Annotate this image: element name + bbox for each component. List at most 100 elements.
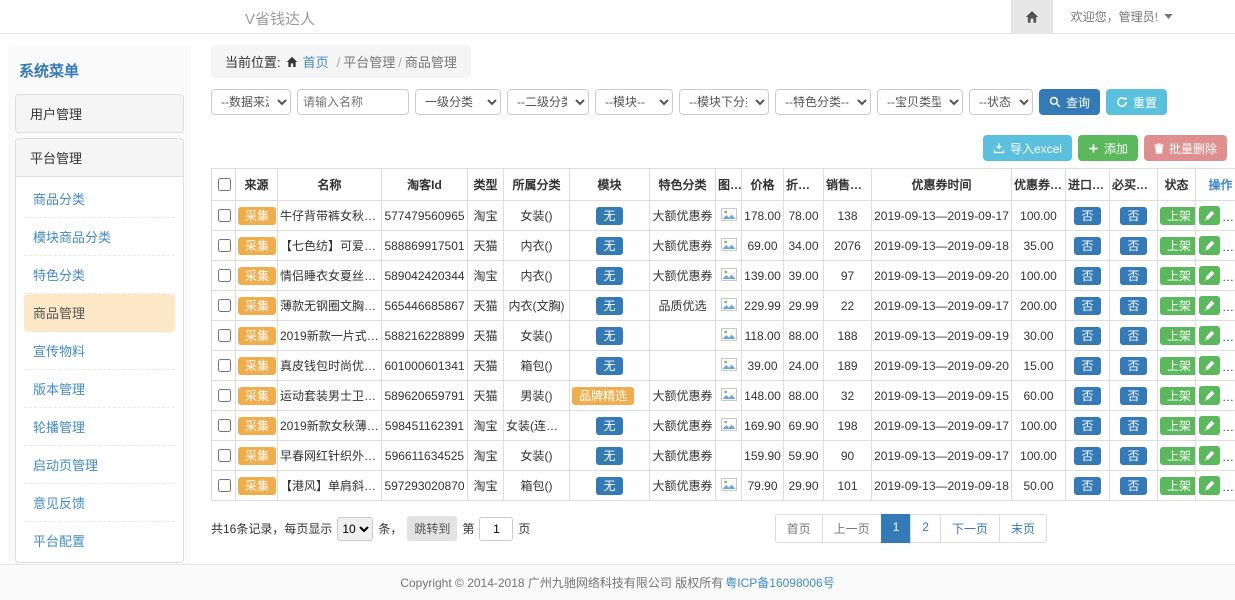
column-header: 操作	[1196, 169, 1235, 201]
edit-button[interactable]	[1199, 326, 1220, 345]
select-all-checkbox[interactable]	[218, 178, 231, 191]
status-badge[interactable]: 上架	[1160, 417, 1196, 435]
row-checkbox[interactable]	[218, 269, 231, 282]
reset-button[interactable]: 重置	[1106, 89, 1167, 115]
page-button-末页[interactable]: 末页	[999, 514, 1047, 543]
jump-to-button[interactable]: 跳转到	[407, 516, 457, 541]
filter-select-7[interactable]: --宝贝类型--	[877, 89, 963, 115]
search-button[interactable]: 查询	[1039, 89, 1100, 115]
import-select-toggle[interactable]: 否	[1074, 477, 1100, 495]
sidebar-item[interactable]: 商品管理	[24, 294, 175, 332]
import-select-toggle[interactable]: 否	[1074, 297, 1100, 315]
page-button-下一页[interactable]: 下一页	[940, 514, 1000, 543]
status-badge[interactable]: 上架	[1160, 357, 1196, 375]
row-checkbox[interactable]	[218, 239, 231, 252]
filter-select-5[interactable]: --模块下分类--	[679, 89, 769, 115]
must-buy-toggle[interactable]: 否	[1120, 267, 1146, 285]
status-badge[interactable]: 上架	[1160, 267, 1196, 285]
category-cell: 女装()	[504, 201, 570, 231]
import-select-toggle[interactable]: 否	[1074, 237, 1100, 255]
status-badge[interactable]: 上架	[1160, 327, 1196, 345]
module-none-badge: 无	[596, 417, 622, 435]
per-page-select[interactable]: 10	[337, 517, 373, 541]
icon-cell	[716, 291, 742, 321]
import-select-toggle[interactable]: 否	[1074, 357, 1100, 375]
must-buy-toggle[interactable]: 否	[1120, 357, 1146, 375]
status-badge[interactable]: 上架	[1160, 207, 1196, 225]
import-select-cell: 否	[1066, 411, 1110, 441]
filter-select-3[interactable]: --二级分类--	[507, 89, 589, 115]
add-button[interactable]: 添加	[1078, 135, 1138, 161]
page-number-input[interactable]	[479, 517, 513, 541]
must-buy-toggle[interactable]: 否	[1120, 207, 1146, 225]
coupon-time-cell: 2019-09-13—2019-09-19	[872, 321, 1012, 351]
filter-select-6[interactable]: --特色分类--	[775, 89, 871, 115]
status-badge[interactable]: 上架	[1160, 477, 1196, 495]
filter-select-4[interactable]: --模块--	[595, 89, 673, 115]
sidebar-item[interactable]: 模块商品分类	[24, 218, 175, 256]
edit-button[interactable]	[1199, 236, 1220, 255]
row-checkbox[interactable]	[218, 209, 231, 222]
sidebar-item[interactable]: 启动页管理	[24, 446, 175, 484]
status-badge[interactable]: 上架	[1160, 297, 1196, 315]
sidebar-group-2[interactable]: 平台管理	[16, 139, 183, 177]
row-checkbox[interactable]	[218, 479, 231, 492]
row-checkbox[interactable]	[218, 419, 231, 432]
filter-select-0[interactable]: --数据来源--	[211, 89, 291, 115]
sidebar-item[interactable]: 商品分类	[24, 180, 175, 218]
must-buy-toggle[interactable]: 否	[1120, 237, 1146, 255]
coupon-amount-cell: 30.00	[1012, 321, 1066, 351]
edit-button[interactable]	[1199, 356, 1220, 375]
sidebar-group-1[interactable]: 用户管理	[16, 95, 183, 132]
name-search-input[interactable]	[297, 89, 409, 115]
sidebar-item[interactable]: 版本管理	[24, 370, 175, 408]
row-checkbox[interactable]	[218, 359, 231, 372]
sidebar-item[interactable]: 平台配置	[24, 522, 175, 559]
home-button[interactable]	[1011, 0, 1053, 33]
must-buy-toggle[interactable]: 否	[1120, 327, 1146, 345]
edit-button[interactable]	[1199, 476, 1220, 495]
import-select-toggle[interactable]: 否	[1074, 387, 1100, 405]
name-cell: 真皮钱包时尚优雅女士...	[278, 351, 382, 381]
row-checkbox[interactable]	[218, 299, 231, 312]
must-buy-toggle[interactable]: 否	[1120, 447, 1146, 465]
import-excel-button[interactable]: 导入excel	[983, 135, 1072, 161]
page-button-首页[interactable]: 首页	[775, 514, 823, 543]
row-checkbox[interactable]	[218, 329, 231, 342]
product-image-icon	[721, 478, 737, 491]
edit-button[interactable]	[1199, 206, 1220, 225]
edit-button[interactable]	[1199, 266, 1220, 285]
user-menu[interactable]: 欢迎您，管理员!	[1053, 8, 1235, 25]
edit-button[interactable]	[1199, 386, 1220, 405]
import-select-toggle[interactable]: 否	[1074, 327, 1100, 345]
import-select-toggle[interactable]: 否	[1074, 417, 1100, 435]
sidebar-item[interactable]: 宣传物料	[24, 332, 175, 370]
edit-button[interactable]	[1199, 296, 1220, 315]
filter-select-2[interactable]: 一级分类	[415, 89, 501, 115]
must-buy-toggle[interactable]: 否	[1120, 477, 1146, 495]
row-checkbox[interactable]	[218, 389, 231, 402]
must-buy-toggle[interactable]: 否	[1120, 297, 1146, 315]
sidebar-item[interactable]: 特色分类	[24, 256, 175, 294]
status-badge[interactable]: 上架	[1160, 237, 1196, 255]
sidebar-item[interactable]: 意见反馈	[24, 484, 175, 522]
page-button-1[interactable]: 1	[881, 514, 912, 543]
batch-delete-button[interactable]: 批量删除	[1144, 135, 1227, 161]
sidebar-item[interactable]: 轮播管理	[24, 408, 175, 446]
status-cell: 上架	[1158, 201, 1196, 231]
status-badge[interactable]: 上架	[1160, 447, 1196, 465]
breadcrumb-home-link[interactable]: 首页	[303, 52, 329, 71]
page-button-2[interactable]: 2	[910, 514, 941, 543]
edit-button[interactable]	[1199, 446, 1220, 465]
icp-link[interactable]: 粤ICP备16098006号	[725, 574, 834, 591]
edit-button[interactable]	[1199, 416, 1220, 435]
import-select-toggle[interactable]: 否	[1074, 447, 1100, 465]
page-button-上一页[interactable]: 上一页	[822, 514, 882, 543]
filter-select-8[interactable]: --状态--	[969, 89, 1033, 115]
must-buy-toggle[interactable]: 否	[1120, 417, 1146, 435]
import-select-toggle[interactable]: 否	[1074, 267, 1100, 285]
status-badge[interactable]: 上架	[1160, 387, 1196, 405]
must-buy-toggle[interactable]: 否	[1120, 387, 1146, 405]
import-select-toggle[interactable]: 否	[1074, 207, 1100, 225]
row-checkbox[interactable]	[218, 449, 231, 462]
